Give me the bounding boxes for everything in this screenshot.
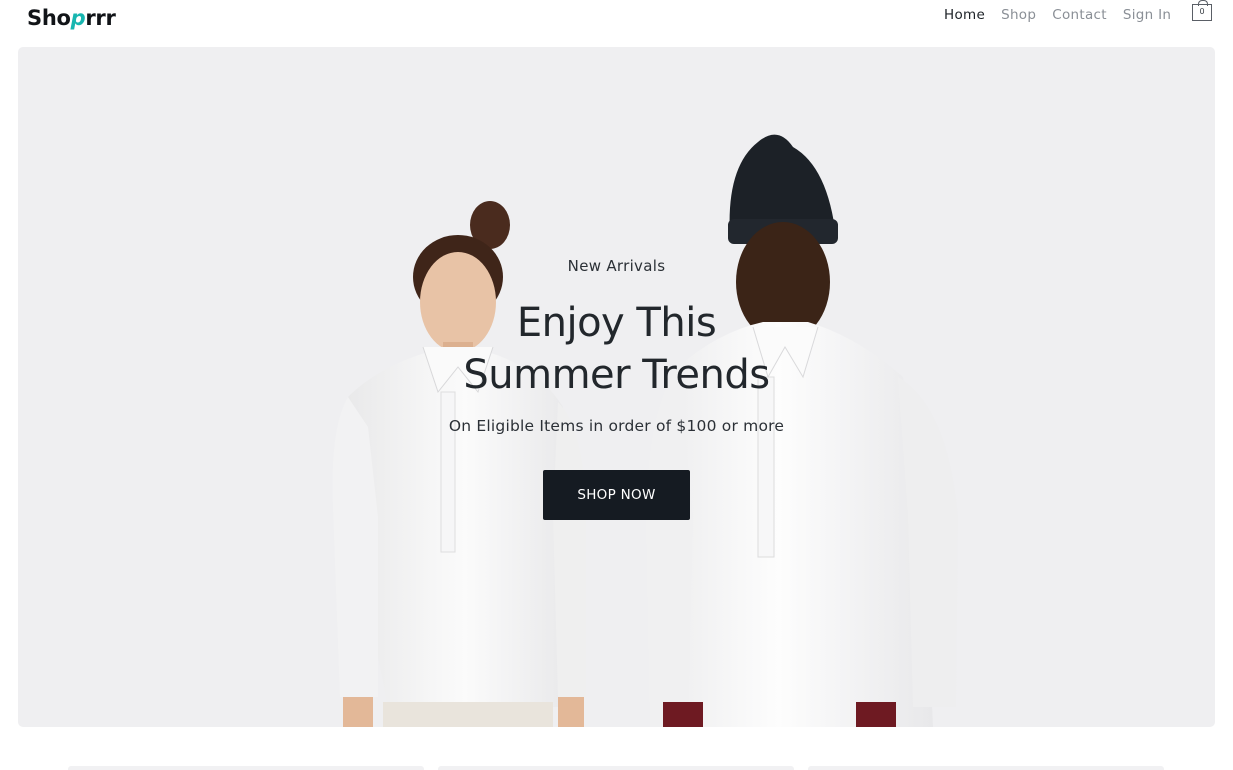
site-header: Shoprrr Home Shop Contact Sign In 0 [0,0,1233,40]
product-card-2[interactable] [438,766,794,770]
headline-line-2: Summer Trends [463,352,770,398]
hero-headline: Enjoy This Summer Trends [18,297,1215,401]
hero-subline: On Eligible Items in order of $100 or mo… [448,417,785,435]
nav-shop-link[interactable]: Shop [1001,6,1036,24]
headline-line-1: Enjoy This [516,300,717,346]
brand-logo[interactable]: Shoprrr [27,4,116,32]
hero-banner: New Arrivals Enjoy This Summer Trends On… [18,47,1215,727]
cart-count: 0 [1199,7,1205,16]
model-woman [332,201,586,727]
nav-sign-in-link[interactable]: Sign In [1123,6,1171,24]
shop-now-button[interactable]: SHOP NOW [543,470,690,520]
main-nav: Home Shop Contact Sign In [944,6,1187,24]
nav-home-link[interactable]: Home [944,6,985,24]
logo-suffix: rrr [85,6,116,30]
hero-eyebrow: New Arrivals [567,257,666,275]
logo-accent: p [70,6,86,30]
product-card-3[interactable] [808,766,1164,770]
shopping-bag-icon[interactable]: 0 [1192,0,1212,21]
nav-contact-link[interactable]: Contact [1052,6,1107,24]
product-card-1[interactable] [68,766,424,770]
logo-prefix: Sho [27,6,71,30]
